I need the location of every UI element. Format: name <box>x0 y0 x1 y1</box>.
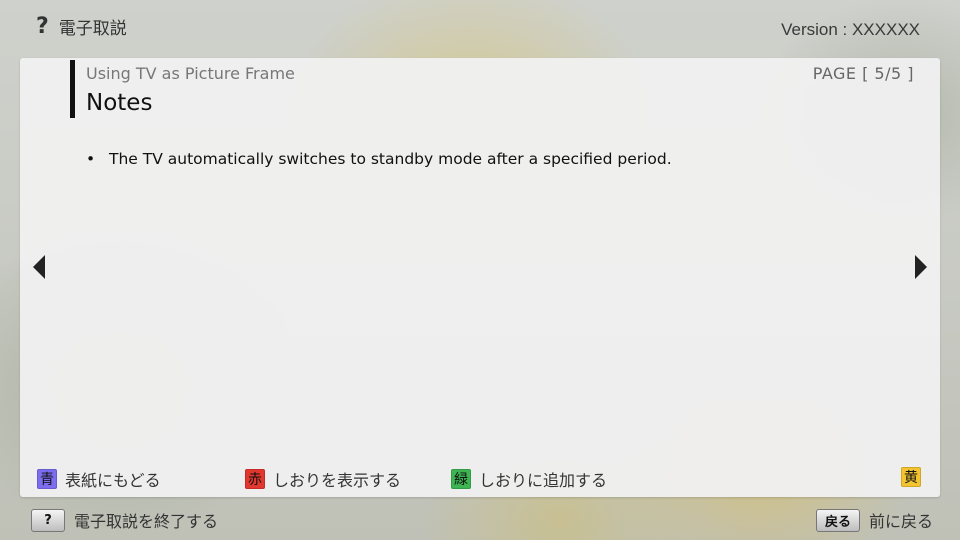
list-item-text: The TV automatically switches to standby… <box>109 150 672 168</box>
header-accent-bar <box>70 60 75 118</box>
list-item: • The TV automatically switches to stand… <box>86 148 672 170</box>
bullet-icon: • <box>86 150 96 168</box>
green-key-label: しおりに追加する <box>479 471 608 490</box>
page-title: Notes <box>86 90 153 116</box>
notes-list: • The TV automatically switches to stand… <box>86 148 672 170</box>
next-page-arrow-icon[interactable] <box>915 255 927 279</box>
back-key-icon: 戻る <box>816 508 861 532</box>
blue-key-badge: 青 <box>37 469 57 489</box>
green-key-add-bookmark[interactable]: 緑 しおりに追加する <box>451 467 607 491</box>
blue-key-cover[interactable]: 青 表紙にもどる <box>37 467 161 491</box>
bottom-bar: ? 電子取説を終了する 戻る 前に戻る <box>0 505 960 535</box>
yellow-key-badge: 黄 <box>901 467 921 487</box>
back-button[interactable]: 戻る 前に戻る <box>816 508 933 532</box>
version-label: Version : XXXXXX <box>781 20 920 39</box>
help-icon: ? <box>36 14 49 39</box>
content-panel: Using TV as Picture Frame PAGE [ 5/5 ] N… <box>20 58 940 497</box>
exit-manual-button[interactable]: ? 電子取説を終了する <box>31 508 218 532</box>
yellow-key[interactable]: 黄 <box>901 467 921 487</box>
red-key-badge: 赤 <box>245 469 265 489</box>
help-key-icon: ? <box>31 508 65 532</box>
app-title: 電子取説 <box>58 19 127 39</box>
previous-page-arrow-icon[interactable] <box>33 255 45 279</box>
breadcrumb: Using TV as Picture Frame <box>86 64 295 83</box>
green-key-badge: 緑 <box>451 469 471 489</box>
back-label: 前に戻る <box>869 512 934 531</box>
blue-key-label: 表紙にもどる <box>65 471 161 490</box>
color-key-bar: 青 表紙にもどる 赤 しおりを表示する 緑 しおりに追加する 黄 <box>20 467 940 491</box>
page-indicator: PAGE [ 5/5 ] <box>812 64 914 83</box>
red-key-label: しおりを表示する <box>273 471 402 490</box>
red-key-show-bookmarks[interactable]: 赤 しおりを表示する <box>245 467 401 491</box>
app-header: ? 電子取説 <box>36 14 127 39</box>
exit-manual-label: 電子取説を終了する <box>74 512 219 531</box>
